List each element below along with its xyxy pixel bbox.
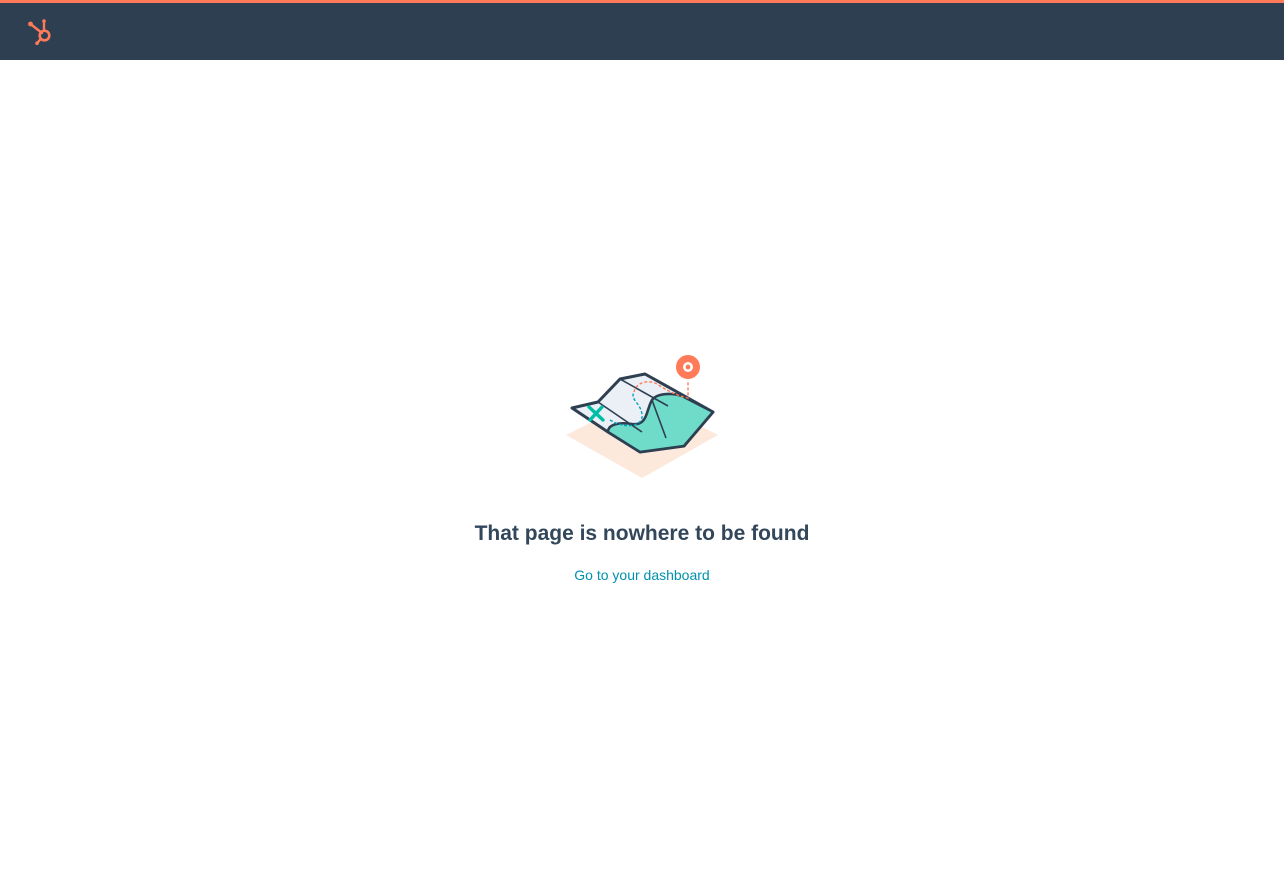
hubspot-logo-icon[interactable] [26, 18, 54, 46]
main-content: That page is nowhere to be found Go to y… [0, 60, 1284, 895]
folded-map-with-pin-icon [566, 355, 718, 478]
dashboard-link-container: Go to your dashboard [0, 566, 1284, 584]
page-title: That page is nowhere to be found [474, 522, 810, 545]
go-to-dashboard-link[interactable]: Go to your dashboard [574, 567, 709, 583]
top-navigation-bar [0, 0, 1284, 60]
